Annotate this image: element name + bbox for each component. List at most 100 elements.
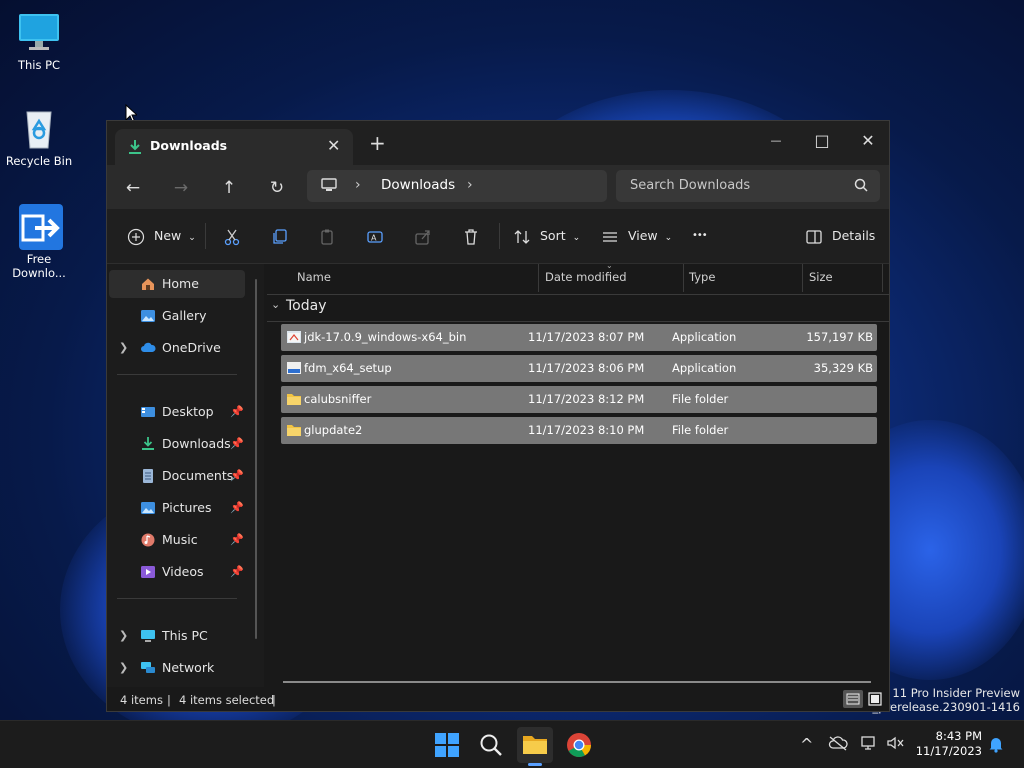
search-icon <box>480 734 502 756</box>
desktop-icon-this-pc[interactable]: This PC <box>3 10 75 72</box>
desktop-icon-recycle-bin[interactable]: Recycle Bin <box>3 106 75 168</box>
share-button[interactable] <box>414 224 432 248</box>
installer-icon <box>287 362 301 374</box>
volume-tray-icon[interactable] <box>886 735 906 755</box>
minimize-button[interactable]: — <box>753 127 799 155</box>
view-button-label: View <box>627 228 658 243</box>
chevron-right-icon[interactable]: ❯ <box>119 622 128 650</box>
breadcrumb-downloads[interactable]: Downloads <box>381 177 455 193</box>
paste-button[interactable] <box>318 224 336 248</box>
search-input[interactable]: Search Downloads <box>630 178 750 193</box>
chevron-down-icon: ⌄ <box>188 233 196 243</box>
sort-button[interactable]: Sort ⌄ <box>513 224 580 248</box>
column-divider[interactable] <box>683 264 684 292</box>
file-type: File folder <box>672 423 729 437</box>
chevron-right-icon[interactable]: ❯ <box>119 334 128 362</box>
desktop-icon <box>141 407 155 417</box>
sidebar-item-home[interactable]: Home <box>109 270 245 298</box>
delete-button[interactable] <box>462 224 480 248</box>
search-box[interactable]: Search Downloads <box>616 170 880 202</box>
status-bar: 4 items | 4 items selected | <box>107 687 889 711</box>
chevron-right-icon[interactable]: › <box>467 177 473 193</box>
pin-icon[interactable]: 📌 <box>230 462 244 490</box>
tab-downloads[interactable]: Downloads ✕ <box>115 129 353 165</box>
sidebar-item-pictures[interactable]: Pictures 📌 <box>109 494 245 522</box>
details-view-toggle[interactable] <box>843 690 863 708</box>
pin-icon[interactable]: 📌 <box>230 430 244 458</box>
chevron-right-icon[interactable]: › <box>355 177 361 193</box>
fdm-app-icon <box>17 204 63 250</box>
sidebar-item-onedrive[interactable]: ❯ OneDrive <box>109 334 245 362</box>
horizontal-scrollbar[interactable] <box>283 681 871 683</box>
column-divider[interactable] <box>802 264 803 292</box>
desktop-icon-free-download-manager[interactable]: Free Downlo... <box>3 204 75 280</box>
close-window-button[interactable]: ✕ <box>845 127 889 155</box>
maximize-button[interactable]: □ <box>799 127 845 155</box>
tiles-view-toggle[interactable] <box>865 690 885 708</box>
tab-close-button[interactable]: ✕ <box>327 136 340 155</box>
column-header-date-modified[interactable]: Date modified <box>545 264 627 294</box>
address-bar[interactable]: › Downloads › <box>307 170 607 202</box>
folder-icon <box>523 736 547 754</box>
file-row[interactable]: jdk-17.0.9_windows-x64_bin 11/17/2023 8:… <box>281 324 877 351</box>
chevron-right-icon[interactable]: ❯ <box>119 654 128 682</box>
sidebar-scrollbar[interactable] <box>255 279 257 639</box>
file-explorer-taskbar-button[interactable] <box>517 727 553 766</box>
sidebar-item-downloads[interactable]: Downloads 📌 <box>109 430 245 458</box>
sidebar-item-documents[interactable]: Documents 📌 <box>109 462 245 490</box>
start-button[interactable] <box>431 729 463 761</box>
sidebar-item-gallery[interactable]: Gallery <box>109 302 245 330</box>
up-button[interactable]: ↑ <box>216 175 242 201</box>
sidebar-item-videos[interactable]: Videos 📌 <box>109 558 245 586</box>
forward-button[interactable]: → <box>168 175 194 201</box>
title-bar: Downloads ✕ + — □ ✕ <box>107 121 889 165</box>
chevron-down-icon: ⌄ <box>271 298 281 311</box>
new-tab-button[interactable]: + <box>369 133 386 153</box>
notifications-button[interactable] <box>988 735 1004 757</box>
system-clock[interactable]: 8:43 PM 11/17/2023 <box>916 729 982 759</box>
sidebar-item-music[interactable]: Music 📌 <box>109 526 245 554</box>
sidebar-item-desktop[interactable]: Desktop 📌 <box>109 398 245 426</box>
column-divider[interactable] <box>538 264 539 292</box>
sidebar-item-this-pc[interactable]: ❯ This PC <box>109 622 245 650</box>
pin-icon[interactable]: 📌 <box>230 526 244 554</box>
onedrive-tray-icon[interactable] <box>828 735 848 755</box>
network-tray-icon[interactable] <box>860 735 880 755</box>
file-name: fdm_x64_setup <box>304 361 392 375</box>
pin-icon[interactable]: 📌 <box>230 494 244 522</box>
search-taskbar-button[interactable] <box>475 729 507 761</box>
toolbar-divider <box>499 223 500 249</box>
chevron-down-icon: ⌄ <box>664 233 673 243</box>
recycle-bin-icon <box>17 106 61 150</box>
file-size: 157,197 KB <box>806 330 873 344</box>
music-icon <box>141 533 155 547</box>
refresh-button[interactable]: ↻ <box>264 175 290 201</box>
new-button[interactable]: New ⌄ <box>127 224 196 248</box>
column-header-type[interactable]: Type <box>689 264 715 294</box>
column-header-name[interactable]: Name <box>297 264 331 294</box>
file-type: Application <box>672 330 737 344</box>
monitor-icon <box>17 10 61 54</box>
desktop-icon-label: Recycle Bin <box>5 154 73 168</box>
sidebar-item-network[interactable]: ❯ Network <box>109 654 245 682</box>
cut-button[interactable] <box>223 224 241 248</box>
copy-button[interactable] <box>271 224 289 248</box>
pin-icon[interactable]: 📌 <box>230 558 244 586</box>
more-options-button[interactable]: ••• <box>692 224 708 248</box>
group-header-today[interactable]: ⌄ Today <box>267 294 889 322</box>
view-button[interactable]: View ⌄ <box>601 224 672 248</box>
file-row[interactable]: calubsniffer 11/17/2023 8:12 PM File fol… <box>281 386 877 413</box>
file-row[interactable]: glupdate2 11/17/2023 8:10 PM File folder <box>281 417 877 444</box>
details-pane-button[interactable]: Details <box>805 224 875 248</box>
back-button[interactable]: ← <box>120 175 146 201</box>
show-hidden-icons-button[interactable]: ^ <box>800 735 813 754</box>
column-divider[interactable] <box>882 264 883 292</box>
pin-icon[interactable]: 📌 <box>230 398 244 426</box>
column-header-size[interactable]: Size <box>809 264 833 294</box>
details-button-label: Details <box>831 228 876 243</box>
rename-button[interactable]: A <box>366 224 384 248</box>
folder-icon <box>287 425 301 436</box>
svg-text:A: A <box>371 233 377 242</box>
file-row[interactable]: fdm_x64_setup 11/17/2023 8:06 PM Applica… <box>281 355 877 382</box>
chrome-taskbar-button[interactable] <box>563 729 595 761</box>
